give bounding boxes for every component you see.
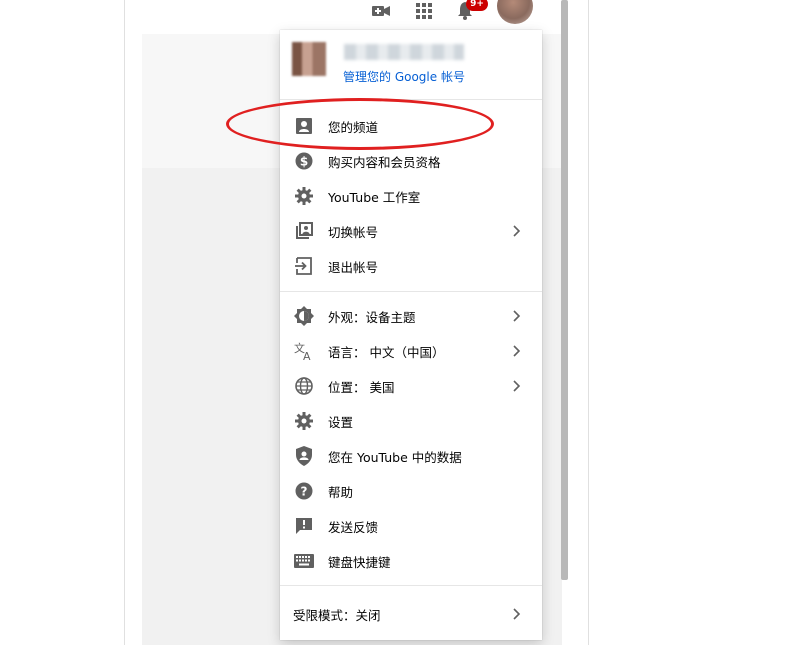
menu-item-your-data[interactable]: 您在 YouTube 中的数据 <box>280 438 542 474</box>
keyboard-icon <box>294 551 314 571</box>
menu-item-label: 键盘快捷键 <box>328 554 391 570</box>
translate-icon: 文A <box>294 341 314 361</box>
menu-item-send-feedback[interactable]: 发送反馈 <box>280 508 542 544</box>
svg-text:A: A <box>303 350 311 361</box>
menu-item-label: 退出帐号 <box>328 259 379 275</box>
globe-icon <box>294 376 314 396</box>
menu-item-purchases[interactable]: $ 购买内容和会员资格 <box>280 143 542 179</box>
menu-item-label: 您的频道 <box>328 119 379 135</box>
video-camera-plus-icon[interactable] <box>372 0 390 22</box>
switch-account-icon <box>294 221 314 241</box>
notification-badge: 9+ <box>466 0 488 11</box>
menu-section-restricted: 受限模式：关闭 <box>280 596 542 632</box>
menu-item-switch-account[interactable]: 切换帐号 <box>280 213 542 249</box>
account-box-icon <box>294 116 314 136</box>
help-circle-icon: ? <box>294 481 314 501</box>
chevron-right-icon <box>510 309 524 323</box>
manage-google-account-link[interactable]: 管理您的 Google 帐号 <box>343 68 465 85</box>
menu-item-appearance[interactable]: 外观：设备主题 <box>280 298 542 334</box>
gear-icon <box>294 186 314 206</box>
menu-item-youtube-studio[interactable]: YouTube 工作室 <box>280 178 542 214</box>
gear-icon <box>294 411 314 431</box>
menu-item-label: 受限模式：关闭 <box>293 607 381 623</box>
menu-item-label: 帮助 <box>328 484 354 500</box>
menu-item-label: 设置 <box>328 414 354 430</box>
menu-item-label: 外观：设备主题 <box>328 309 416 325</box>
account-name-blurred <box>344 44 464 60</box>
menu-item-settings[interactable]: 设置 <box>280 403 542 439</box>
menu-item-your-channel[interactable]: 您的频道 <box>280 108 542 144</box>
menu-item-language[interactable]: 文A 语言： 中文（中国） <box>280 333 542 369</box>
page-border-left <box>124 0 125 645</box>
menu-item-sign-out[interactable]: 退出帐号 <box>280 248 542 284</box>
chevron-right-icon <box>510 607 524 621</box>
account-menu: 管理您的 Google 帐号 您的频道 $ 购买内容和会员资格 YouTube … <box>280 30 542 640</box>
svg-text:?: ? <box>301 485 308 499</box>
avatar <box>292 42 326 76</box>
page-scrollbar[interactable] <box>561 0 568 580</box>
account-menu-header: 管理您的 Google 帐号 <box>280 30 542 100</box>
apps-grid-icon[interactable] <box>415 0 433 22</box>
menu-section-settings: 外观：设备主题 文A 语言： 中文（中国） 位置： 美国 设置 您在 YouTu… <box>280 298 542 586</box>
dollar-circle-icon: $ <box>294 151 314 171</box>
chevron-right-icon <box>510 379 524 393</box>
chevron-right-icon <box>510 224 524 238</box>
svg-text:$: $ <box>300 155 308 169</box>
menu-item-label: 语言： 中文（中国） <box>328 344 445 360</box>
sign-out-icon <box>294 256 314 276</box>
menu-section-account: 您的频道 $ 购买内容和会员资格 YouTube 工作室 切换帐号 退出帐号 <box>280 108 542 292</box>
chevron-right-icon <box>510 344 524 358</box>
menu-item-keyboard-shortcuts[interactable]: 键盘快捷键 <box>280 543 542 579</box>
account-avatar-button[interactable] <box>497 0 533 24</box>
menu-item-label: 发送反馈 <box>328 519 379 535</box>
appearance-icon <box>294 306 314 326</box>
menu-item-label: YouTube 工作室 <box>328 189 421 205</box>
menu-item-label: 购买内容和会员资格 <box>328 154 441 170</box>
menu-item-label: 位置： 美国 <box>328 379 395 395</box>
menu-item-label: 切换帐号 <box>328 224 379 240</box>
menu-item-location[interactable]: 位置： 美国 <box>280 368 542 404</box>
feedback-icon <box>294 516 314 536</box>
menu-item-help[interactable]: ? 帮助 <box>280 473 542 509</box>
menu-item-label: 您在 YouTube 中的数据 <box>328 449 462 465</box>
shield-user-icon <box>294 446 314 466</box>
page-border-right <box>588 0 589 645</box>
menu-item-restricted-mode[interactable]: 受限模式：关闭 <box>280 596 542 632</box>
